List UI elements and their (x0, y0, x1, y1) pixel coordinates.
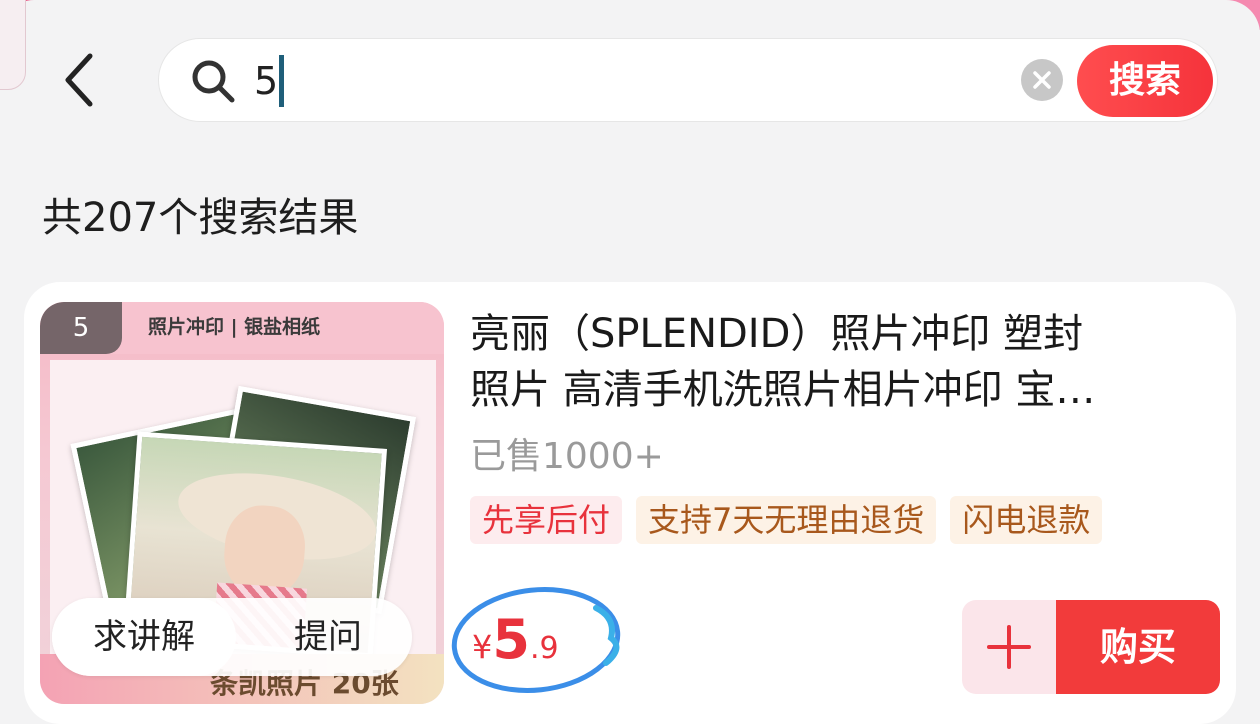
result-count: 共207个搜索结果 (42, 195, 359, 241)
price: ¥5.9 (472, 608, 559, 671)
chevron-left-icon (65, 53, 93, 107)
product-title-line: 照片 高清手机洗照片相片冲印 宝… (470, 367, 1096, 413)
back-button[interactable] (52, 45, 108, 115)
price-decimal: .9 (529, 631, 559, 666)
thumb-title: 照片冲印 | 银盐相纸 (148, 316, 321, 338)
service-tags: 先享后付 支持7天无理由退货 闪电退款 (470, 496, 1103, 544)
tag-free-return: 支持7天无理由退货 (636, 496, 937, 544)
buy-button[interactable]: 购买 (1056, 600, 1220, 694)
clear-button[interactable] (1021, 59, 1063, 101)
close-icon (1033, 71, 1051, 89)
text-caret (279, 55, 284, 107)
sold-count: 已售1000+ (470, 436, 664, 477)
price-block: ¥5.9 (446, 578, 636, 698)
search-button[interactable]: 搜索 (1077, 45, 1213, 117)
search-input[interactable]: 5 (254, 53, 278, 109)
qa-pill: 求讲解 提问 (52, 598, 412, 676)
search-page: 5 搜索 共207个搜索结果 5 照片冲印 | 银盐相纸 条凯照片 20张 求讲… (0, 0, 1260, 724)
price-integer: 5 (492, 608, 530, 671)
ask-explain-button[interactable]: 求讲解 (52, 598, 236, 676)
purchase-actions: 购买 (962, 600, 1220, 694)
search-icon (192, 60, 235, 103)
price-currency: ¥ (472, 628, 493, 666)
search-bar[interactable]: 5 搜索 (158, 38, 1218, 122)
product-title-line: 亮丽（SPLENDID）照片冲印 塑封 (470, 311, 1084, 357)
thumb-badge: 5 (40, 302, 122, 354)
add-to-cart-button[interactable] (962, 600, 1056, 694)
product-title[interactable]: 亮丽（SPLENDID）照片冲印 塑封 照片 高清手机洗照片相片冲印 宝… (470, 306, 1210, 418)
tag-pay-later: 先享后付 (470, 496, 623, 544)
plus-icon (987, 625, 1031, 669)
side-tab[interactable] (0, 0, 26, 90)
tag-fast-refund: 闪电退款 (950, 496, 1103, 544)
ask-question-button[interactable]: 提问 (258, 598, 398, 676)
